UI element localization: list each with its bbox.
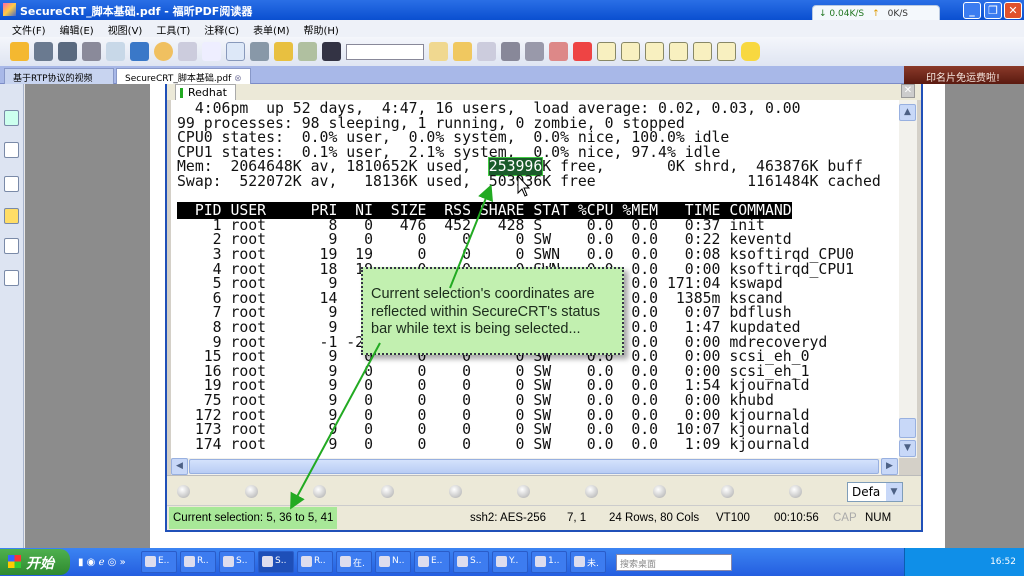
taskbar-item[interactable]: N.. [375, 551, 411, 573]
taskbar-item[interactable]: E.. [414, 551, 450, 573]
desktop-search-input[interactable]: 搜索桌面 [616, 553, 732, 571]
taskbar-item[interactable]: 未. [570, 551, 606, 573]
callout-arrows [290, 174, 531, 510]
quick-launch-icons[interactable]: ▮ ◉ ℯ ◎ » [78, 557, 138, 568]
system-tray: 16:52 [904, 548, 1024, 576]
taskbar-item[interactable]: S.. [453, 551, 489, 573]
taskbar-item[interactable]: R.. [180, 551, 216, 573]
taskbar-item[interactable]: E.. [141, 551, 177, 573]
taskbar-item[interactable]: S.. [219, 551, 255, 573]
arrow-to-status-bar [290, 342, 381, 510]
taskbar-item[interactable]: Y.. [492, 551, 528, 573]
mouse-cursor-icon [517, 174, 531, 197]
arrow-to-selection [449, 184, 493, 289]
taskbar-item[interactable]: 在. [336, 551, 372, 573]
tray-clock: 16:52 [990, 557, 1016, 567]
taskbar-item[interactable]: S.. [258, 551, 294, 573]
taskbar-item[interactable]: 1.. [531, 551, 567, 573]
taskbar-item[interactable]: R.. [297, 551, 333, 573]
taskbar: 开始 ▮ ◉ ℯ ◎ » E.. R.. S.. S.. R.. 在. N.. E.. S.. Y… [0, 548, 1024, 576]
start-button[interactable]: 开始 [0, 549, 70, 575]
